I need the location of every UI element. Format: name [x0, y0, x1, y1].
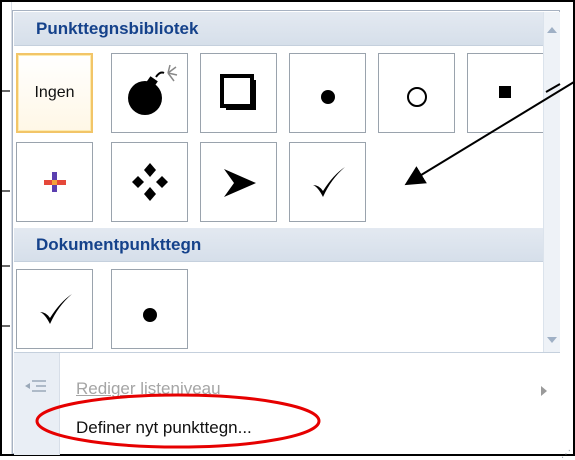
- filled-square-icon: [498, 86, 511, 98]
- edit-list-level-label: Rediger listeniveau: [76, 379, 221, 398]
- bullet-checkmark-button[interactable]: [289, 142, 366, 222]
- define-new-bullet-label: Definer nyt punkttegn...: [76, 418, 252, 437]
- bullet-library-dropdown: Punkttegnsbibliotek Ingen Dokumentpunktt…: [12, 10, 571, 460]
- document-bullet-checkmark-button[interactable]: [16, 269, 93, 349]
- bullet-bomb-button[interactable]: [111, 53, 188, 133]
- bullet-shadow-square-button[interactable]: [200, 53, 277, 133]
- bullet-none-button[interactable]: Ingen: [16, 53, 93, 133]
- checkmark-icon: [312, 167, 345, 197]
- ruler-mark: [2, 90, 10, 92]
- menu-icon-gutter: [14, 353, 60, 455]
- submenu-arrow-icon: [541, 386, 547, 396]
- bomb-icon: [127, 64, 177, 115]
- bullet-four-diamonds-button[interactable]: [111, 142, 188, 222]
- ruler-mark: [2, 325, 10, 327]
- bullet-dot-button[interactable]: [289, 53, 366, 133]
- bullet-menu: Rediger listeniveau Definer nyt punktteg…: [14, 352, 560, 455]
- document-bullet-dot-button[interactable]: [111, 269, 188, 349]
- arrowhead-icon: [223, 169, 256, 197]
- gallery-scrollbar[interactable]: [543, 12, 560, 352]
- checkmark-icon: [39, 294, 72, 324]
- resize-grip-icon[interactable]: ⋰: [561, 449, 571, 460]
- document-edge: [2, 2, 12, 454]
- scroll-up-arrow-icon[interactable]: [547, 27, 557, 33]
- dot-icon: [320, 90, 335, 104]
- bullet-colored-cross-button[interactable]: [16, 142, 93, 222]
- list-level-icon: [25, 380, 46, 392]
- ruler-mark: [2, 190, 10, 192]
- four-diamonds-icon: [131, 163, 168, 201]
- colored-cross-icon: [43, 172, 66, 192]
- section-header-library: Punkttegnsbibliotek: [14, 12, 543, 46]
- bullet-arrowhead-button[interactable]: [200, 142, 277, 222]
- section-header-document: Dokumentpunkttegn: [14, 228, 543, 262]
- shadow-square-icon: [219, 74, 256, 110]
- bullet-square-button[interactable]: [467, 53, 544, 133]
- menu-item-edit-list-level[interactable]: Rediger listeniveau: [76, 379, 221, 399]
- dot-icon: [142, 308, 157, 322]
- none-label: Ingen: [34, 84, 75, 101]
- menu-item-define-new-bullet[interactable]: Definer nyt punkttegn...: [76, 418, 252, 438]
- bullet-circle-button[interactable]: [378, 53, 455, 133]
- ruler-mark: [2, 265, 10, 267]
- circle-outline-icon: [406, 87, 427, 107]
- scroll-down-arrow-icon[interactable]: [547, 337, 557, 343]
